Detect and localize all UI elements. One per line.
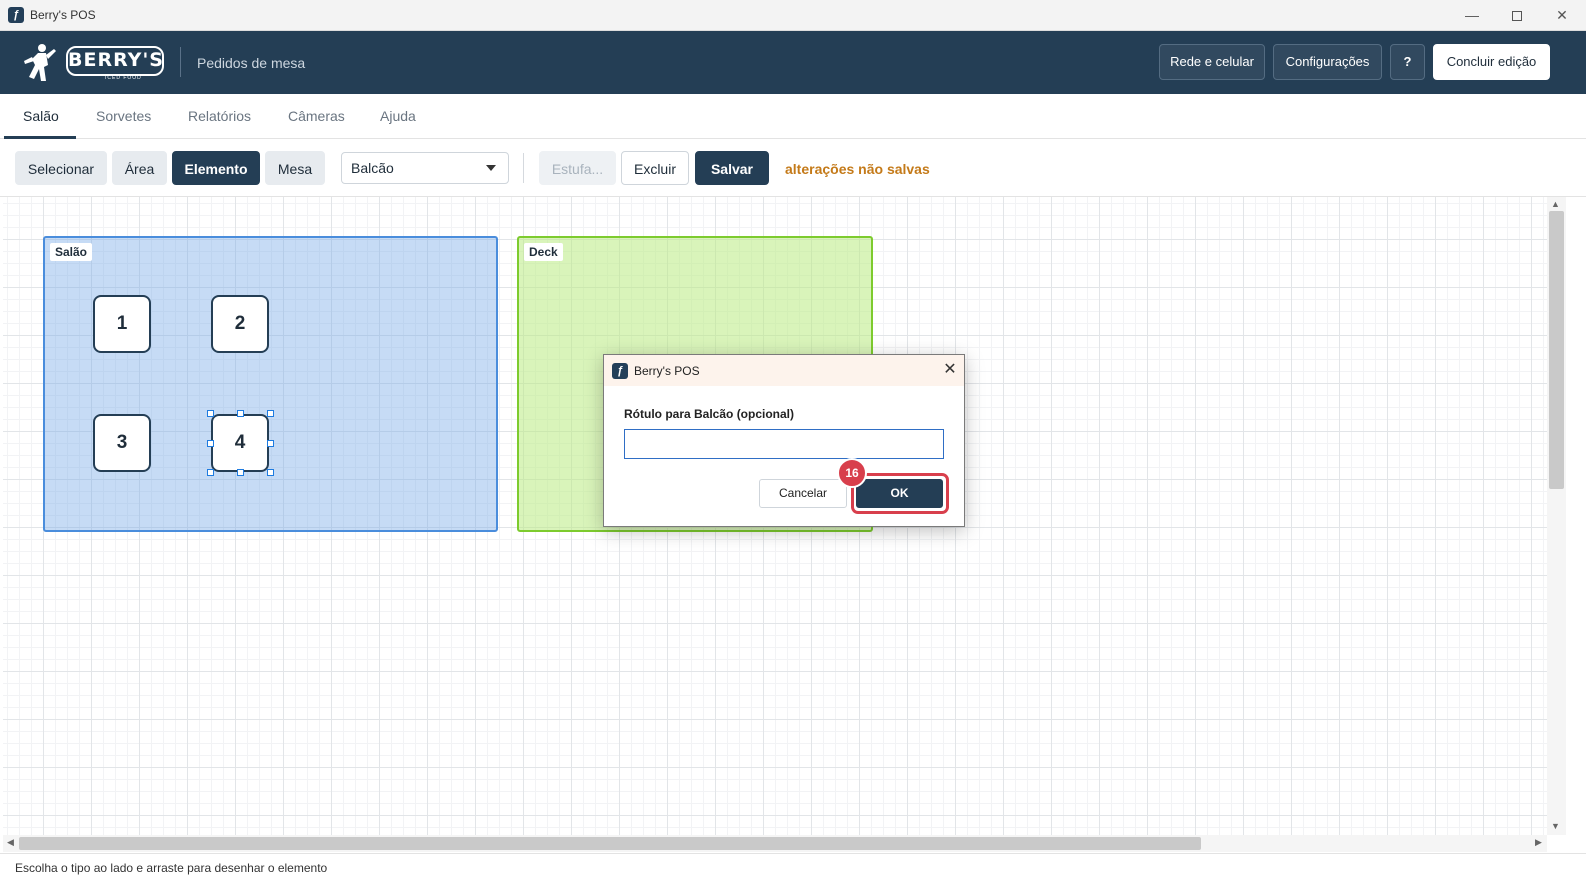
resize-handle[interactable]: [267, 410, 274, 417]
step-badge: 16: [837, 458, 867, 488]
close-icon: ✕: [943, 361, 957, 378]
main-tabs: Salão Sorvetes Relatórios Câmeras Ajuda: [0, 94, 1586, 139]
window-title: Berry's POS: [30, 8, 96, 22]
resize-handle[interactable]: [207, 469, 214, 476]
label-field-caption: Rótulo para Balcão (opcional): [624, 407, 795, 421]
scroll-up-icon[interactable]: ▲: [1551, 199, 1560, 209]
header-divider: [180, 47, 181, 77]
minimize-button[interactable]: —: [1452, 4, 1492, 26]
tab-relatorios[interactable]: Relatórios: [188, 108, 251, 124]
mode-table-button[interactable]: Mesa: [265, 151, 325, 185]
maximize-button[interactable]: [1497, 4, 1537, 26]
label-dialog: ƒ Berry's POS ✕ Rótulo para Balcão (opci…: [603, 354, 965, 527]
tab-cameras[interactable]: Câmeras: [288, 108, 345, 124]
mode-area-button[interactable]: Área: [112, 151, 167, 185]
dialog-title: Berry's POS: [634, 364, 700, 378]
close-icon: ✕: [1556, 7, 1568, 23]
vertical-scrollbar[interactable]: ▲ ▼: [1547, 197, 1566, 835]
tab-salao[interactable]: Salão: [23, 108, 59, 124]
finish-edit-button[interactable]: Concluir edição: [1433, 44, 1550, 80]
table-1[interactable]: 1: [93, 295, 151, 353]
network-button[interactable]: Rede e celular: [1159, 44, 1265, 80]
window-close-button[interactable]: ✕: [1542, 4, 1582, 26]
vertical-scroll-thumb[interactable]: [1549, 211, 1564, 489]
app-icon: ƒ: [8, 7, 24, 23]
mode-element-button[interactable]: Elemento: [172, 151, 260, 185]
maximize-icon: [1512, 11, 1522, 22]
ok-highlight-ring: [851, 473, 949, 514]
horizontal-scroll-thumb[interactable]: [19, 837, 1201, 850]
editor-toolbar: Selecionar Área Elemento Mesa Balcão Est…: [0, 139, 1586, 197]
element-type-value: Balcão: [351, 160, 394, 176]
horizontal-scrollbar[interactable]: ◀ ▶: [3, 835, 1547, 852]
cancel-button[interactable]: Cancelar: [759, 479, 847, 508]
chevron-down-icon: [486, 165, 496, 171]
element-type-select[interactable]: Balcão: [341, 152, 509, 184]
area-salao[interactable]: Salão 1 2 3 4: [43, 236, 498, 532]
tab-ajuda[interactable]: Ajuda: [380, 108, 416, 124]
app-icon: ƒ: [612, 363, 628, 379]
area-label: Salão: [50, 243, 93, 261]
mode-select-button[interactable]: Selecionar: [15, 151, 107, 185]
mascot-icon: [24, 44, 56, 81]
app-header: BERRY'S ICED FOOD Pedidos de mesa Rede e…: [0, 31, 1586, 94]
toolbar-divider: [523, 153, 524, 183]
status-text: Escolha o tipo ao lado e arraste para de…: [15, 861, 328, 875]
tab-sorvetes[interactable]: Sorvetes: [96, 108, 151, 124]
resize-handle[interactable]: [237, 469, 244, 476]
table-3[interactable]: 3: [93, 414, 151, 472]
settings-button[interactable]: Configurações: [1273, 44, 1382, 80]
scroll-down-icon[interactable]: ▼: [1551, 821, 1560, 831]
scroll-left-icon[interactable]: ◀: [7, 837, 14, 848]
table-2[interactable]: 2: [211, 295, 269, 353]
resize-handle[interactable]: [267, 469, 274, 476]
table-4[interactable]: 4: [211, 414, 269, 472]
resize-handle[interactable]: [267, 440, 274, 447]
area-label: Deck: [524, 243, 563, 261]
dialog-titlebar: ƒ Berry's POS ✕: [604, 355, 964, 386]
resize-handle[interactable]: [237, 410, 244, 417]
scroll-right-icon[interactable]: ▶: [1535, 837, 1542, 848]
delete-button[interactable]: Excluir: [621, 151, 689, 185]
help-button[interactable]: ?: [1390, 44, 1425, 80]
window-titlebar: ƒ Berry's POS — ✕: [0, 0, 1586, 31]
brand-logo: BERRY'S: [66, 46, 164, 76]
save-button[interactable]: Salvar: [695, 151, 769, 185]
dialog-close-button[interactable]: ✕: [940, 360, 960, 380]
resize-handle[interactable]: [207, 410, 214, 417]
minimize-icon: —: [1465, 7, 1479, 23]
resize-handle[interactable]: [207, 440, 214, 447]
estufa-button[interactable]: Estufa...: [539, 151, 616, 185]
brand-logo-subtext: ICED FOOD: [105, 75, 142, 81]
label-input[interactable]: [624, 429, 944, 459]
status-bar: Escolha o tipo ao lado e arraste para de…: [0, 853, 1586, 893]
header-subtitle: Pedidos de mesa: [197, 55, 306, 71]
unsaved-changes-label: alterações não salvas: [785, 161, 930, 177]
